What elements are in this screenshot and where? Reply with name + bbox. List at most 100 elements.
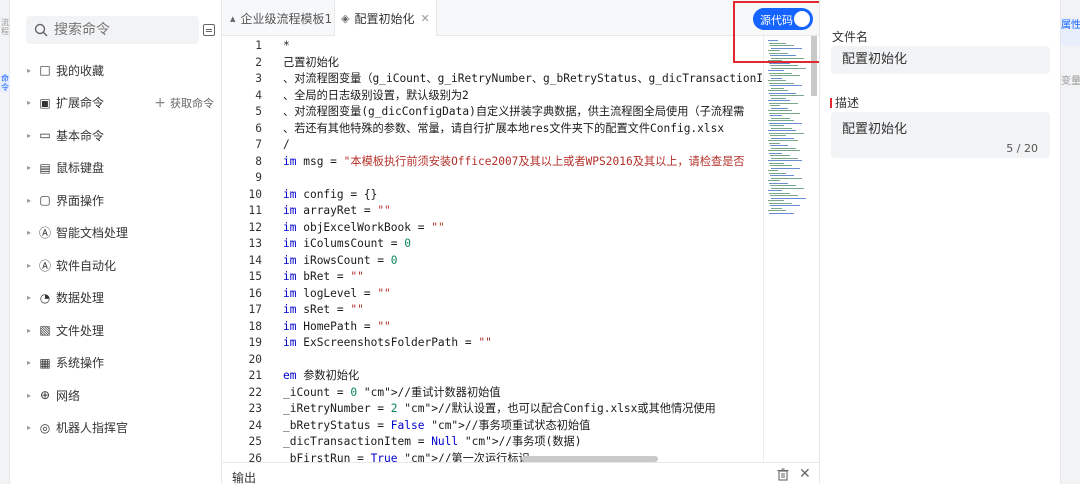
code-line: 21 em 参数初始化 bbox=[222, 368, 762, 385]
command-item-label: 鼠标键盘 bbox=[56, 161, 105, 176]
description-value: 配置初始化 bbox=[842, 122, 908, 137]
expand-caret-icon[interactable]: ▸ bbox=[27, 261, 37, 270]
command-tree: ▸ □ 我的收藏 ▸ ▣ 扩展命令 + 获取命令 ▸ ▭ 基本命令 ▸ ▤ 鼠标键盘 ▸ ▢ 界面操作 ▸ Ⓐ 智能文… bbox=[10, 54, 222, 444]
command-item[interactable]: ▸ Ⓐ 智能文档处理 bbox=[10, 217, 222, 250]
search-box[interactable] bbox=[26, 16, 199, 44]
code-text: im config = {} bbox=[283, 187, 378, 201]
line-number: 16 bbox=[248, 286, 262, 300]
minimap-line bbox=[771, 107, 788, 109]
code-line: 18 im HomePath = "" bbox=[222, 319, 762, 336]
minimap-line bbox=[769, 82, 794, 84]
line-number: 17 bbox=[248, 303, 262, 316]
code-text: im logLevel = "" bbox=[283, 286, 391, 300]
command-item[interactable]: ▸ ▭ 基本命令 bbox=[10, 119, 222, 152]
expand-caret-icon[interactable]: ▸ bbox=[27, 391, 37, 400]
file-icon: ▧ bbox=[39, 323, 51, 338]
minimap-line bbox=[769, 152, 782, 154]
minimap-line bbox=[771, 117, 790, 119]
command-item[interactable]: ▸ ◎ 机器人指挥官 bbox=[10, 412, 222, 445]
code-line: 7/ bbox=[222, 137, 762, 154]
search-input[interactable] bbox=[54, 22, 194, 38]
line-number: 1 bbox=[255, 39, 262, 52]
expand-caret-icon[interactable]: ▸ bbox=[27, 66, 37, 75]
minimap-line bbox=[771, 147, 796, 149]
left-tab-commands[interactable]: 命令 bbox=[0, 74, 10, 92]
command-item[interactable]: ▸ □ 我的收藏 bbox=[10, 54, 222, 87]
code-text: 、全局的日志级别设置，默认级别为2 bbox=[283, 88, 469, 102]
expand-caret-icon[interactable]: ▸ bbox=[27, 131, 37, 140]
command-item[interactable]: ▸ ▧ 文件处理 bbox=[10, 314, 222, 347]
properties-panel: 文件名 配置初始化 描述 配置初始化 5 / 20 bbox=[819, 0, 1060, 484]
file-name-label: 文件名 bbox=[832, 30, 869, 44]
minimap-line bbox=[769, 122, 802, 124]
line-number: 22 bbox=[248, 385, 262, 399]
minimap-line bbox=[769, 102, 798, 104]
minimap-line bbox=[771, 157, 798, 159]
minimap-line bbox=[770, 145, 788, 146]
minimap-line bbox=[771, 197, 806, 199]
left-tab-flow[interactable]: 流程 bbox=[0, 18, 10, 36]
code-text: im bRet = "" bbox=[283, 270, 364, 283]
expand-caret-icon[interactable]: ▸ bbox=[27, 423, 37, 432]
code-text: 己置初始化 bbox=[283, 55, 339, 69]
get-command-button[interactable]: + 获取命令 bbox=[154, 95, 214, 111]
code-line: 17 im sRet = "" bbox=[222, 302, 762, 319]
code-line: 12 im objExcelWorkBook = "" bbox=[222, 220, 762, 237]
expand-caret-icon[interactable]: ▸ bbox=[27, 228, 37, 237]
line-number: 5 bbox=[255, 105, 262, 118]
code-text: im sRet = "" bbox=[283, 303, 364, 316]
tab-properties[interactable]: 属性 bbox=[1061, 18, 1080, 46]
description-field[interactable]: 配置初始化 5 / 20 bbox=[831, 112, 1050, 158]
minimap-line bbox=[769, 112, 800, 114]
command-item[interactable]: ▸ ⊕ 网络 bbox=[10, 379, 222, 412]
expand-caret-icon[interactable]: ▸ bbox=[27, 358, 37, 367]
expand-caret-icon[interactable]: ▸ bbox=[27, 163, 37, 172]
code-line: 26 _bFirstRun = True "cm">//第一次运行标识 bbox=[222, 451, 762, 463]
command-item[interactable]: ▸ ▢ 界面操作 bbox=[10, 184, 222, 217]
code-text: _bRetryStatus = False "cm">//事务项重试状态初始值 bbox=[283, 418, 591, 432]
code-line: 16 im logLevel = "" bbox=[222, 286, 762, 303]
code-line: 9 bbox=[222, 170, 762, 187]
command-item-label: 智能文档处理 bbox=[56, 226, 129, 241]
code-text: 、对流程图变量(g_dicConfigData)自定义拼装字典数据，供主流程图全… bbox=[283, 105, 745, 118]
minimap-line bbox=[770, 165, 792, 166]
command-item[interactable]: ▸ ▦ 系统操作 bbox=[10, 347, 222, 380]
expand-caret-icon[interactable]: ▸ bbox=[27, 98, 37, 107]
file-name-field[interactable]: 配置初始化 bbox=[831, 46, 1050, 74]
tab-enterprise-template[interactable]: ▴ 企业级流程模板1 bbox=[230, 0, 332, 36]
minimap-line bbox=[769, 212, 794, 214]
command-item-label: 机器人指挥官 bbox=[56, 421, 129, 436]
minimap-line bbox=[769, 192, 790, 194]
expand-caret-icon[interactable]: ▸ bbox=[27, 196, 37, 205]
code-line: 14 im iRowsCount = 0 bbox=[222, 253, 762, 270]
close-icon[interactable]: ✕ bbox=[420, 12, 429, 25]
command-item[interactable]: ▸ ◔ 数据处理 bbox=[10, 282, 222, 315]
output-panel: 输出 ✕ bbox=[222, 462, 819, 484]
tab-config-init[interactable]: ◈ 配置初始化 ✕ bbox=[334, 0, 437, 36]
minimap-line bbox=[768, 80, 786, 81]
command-item[interactable]: ▸ ▣ 扩展命令 + 获取命令 bbox=[10, 87, 222, 120]
command-item[interactable]: ▸ Ⓐ 软件自动化 bbox=[10, 249, 222, 282]
command-item[interactable]: ▸ ▤ 鼠标键盘 bbox=[10, 152, 222, 185]
command-item-label: 扩展命令 bbox=[56, 96, 105, 111]
line-number: 11 bbox=[248, 204, 262, 217]
robot-icon: ◎ bbox=[39, 420, 51, 435]
line-number: 9 bbox=[255, 171, 262, 184]
code-editor[interactable]: 1 * 2 己置初始化 3 、对流程图变量（g_iCount、g_iRetryNumber… bbox=[222, 36, 762, 462]
command-item-label: 系统操作 bbox=[56, 356, 105, 371]
expand-caret-icon[interactable]: ▸ bbox=[27, 293, 37, 302]
tab-variables[interactable]: 变量 bbox=[1061, 74, 1080, 102]
minimap-line bbox=[771, 177, 802, 179]
line-number: 19 bbox=[248, 336, 262, 349]
close-output-icon[interactable]: ✕ bbox=[799, 466, 811, 482]
code-minimap[interactable] bbox=[763, 36, 819, 462]
trash-icon[interactable] bbox=[777, 468, 789, 481]
minimap-line bbox=[771, 127, 792, 129]
code-text: im iRowsCount = 0 bbox=[283, 253, 398, 267]
minimap-line bbox=[769, 72, 792, 74]
tab-label: 配置初始化 bbox=[354, 11, 415, 26]
minimap-line bbox=[771, 77, 782, 79]
code-line: 23 _iRetryNumber = 2 "cm">//默认设置，也可以配合Con… bbox=[222, 401, 762, 418]
expand-caret-icon[interactable]: ▸ bbox=[27, 326, 37, 335]
collapse-panel-icon[interactable] bbox=[203, 24, 215, 36]
